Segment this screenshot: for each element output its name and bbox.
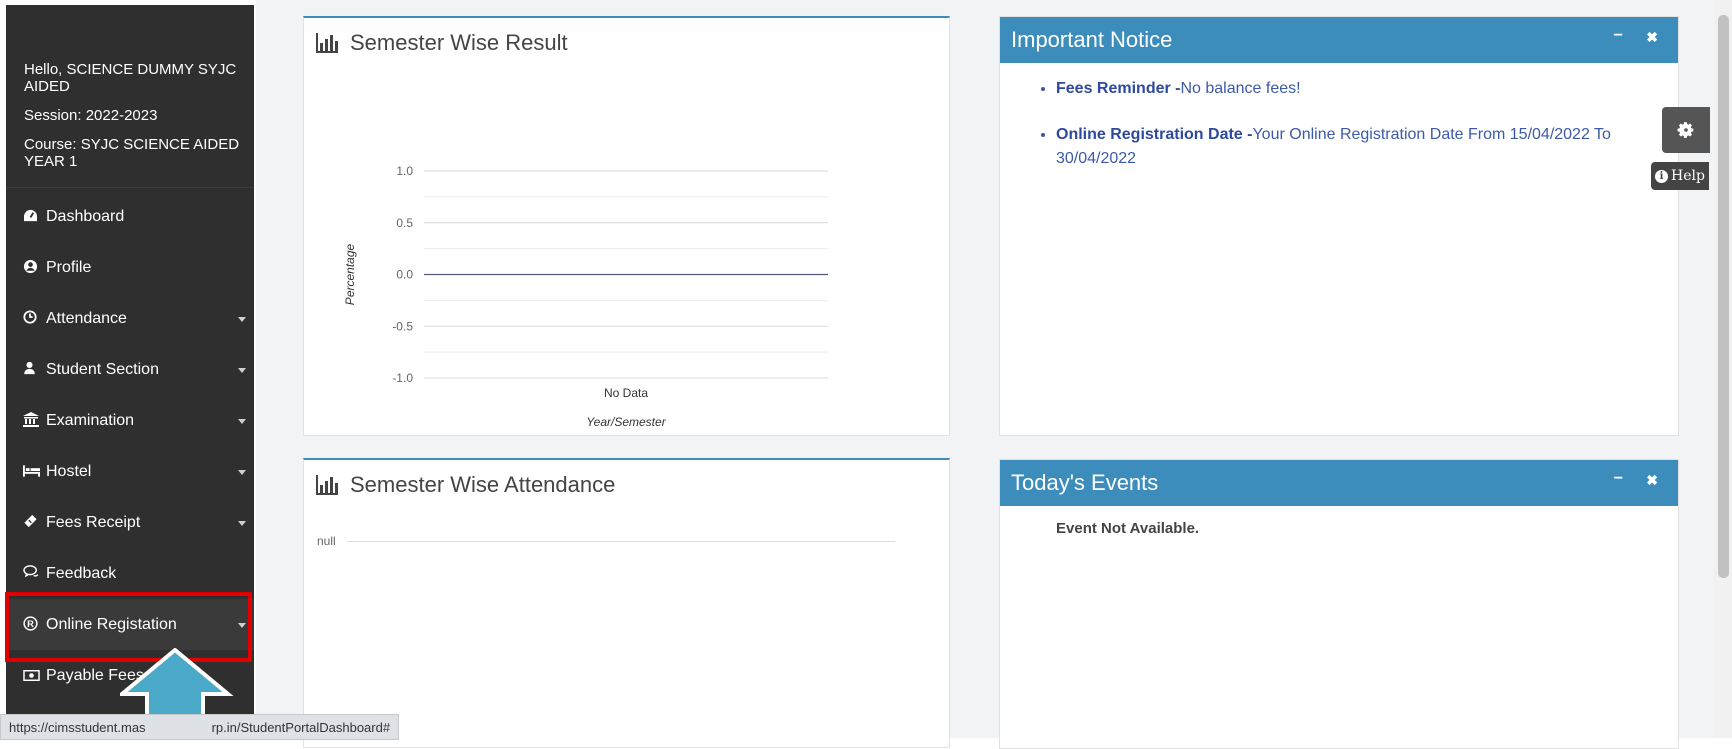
status-url-start: https://cimsstudent.mas	[9, 719, 146, 735]
x-axis-label: Year/Semester	[586, 415, 666, 428]
ticket-icon	[23, 514, 43, 531]
notice-title: Important Notice	[1011, 27, 1173, 52]
bar-chart-icon	[316, 33, 338, 53]
comments-icon	[23, 565, 43, 582]
scrollbar-thumb[interactable]	[1718, 15, 1729, 578]
todays-events-panel: Today's Events − ✖ Event Not Available.	[999, 459, 1679, 749]
info-icon: i	[1655, 169, 1669, 183]
y-tick-label: 1.0	[396, 164, 413, 178]
sidebar-item-label: Attendance	[46, 309, 127, 327]
sidebar-item-profile[interactable]: Profile	[6, 242, 254, 293]
sidebar-item-label: Student Section	[46, 360, 159, 378]
notice-text: No balance fees!	[1180, 80, 1301, 97]
session-text: Session: 2022-2023	[24, 107, 158, 124]
status-url-end: rp.in/StudentPortalDashboard#	[211, 719, 391, 735]
y-axis-label: Percentage	[343, 243, 357, 305]
sidebar-item-label: Hostel	[46, 462, 92, 480]
attendance-title: Semester Wise Attendance	[350, 472, 616, 497]
minimize-button[interactable]: −	[1614, 470, 1623, 488]
panel-title: Semester Wise Attendance	[316, 472, 615, 498]
sidebar-item-label: Dashboard	[46, 207, 125, 225]
money-icon	[23, 668, 43, 684]
help-tab[interactable]: i Help	[1651, 162, 1709, 190]
chevron-down-icon	[238, 418, 246, 424]
help-label: Help	[1671, 168, 1705, 184]
events-title: Today's Events	[1011, 470, 1159, 495]
notice-heading: Fees Reminder -	[1056, 80, 1181, 97]
notice-header: Important Notice − ✖	[1000, 17, 1678, 63]
result-title: Semester Wise Result	[350, 30, 568, 55]
sidebar-item-label: Examination	[46, 411, 135, 429]
chevron-down-icon	[238, 520, 246, 526]
sidebar-item-hostel[interactable]: Hostel	[6, 446, 254, 497]
user-info: Hello, SCIENCE DUMMY SYJC AIDED Session:…	[6, 5, 254, 170]
events-header: Today's Events − ✖	[1000, 460, 1678, 506]
result-chart: 1.0 0.5 0.0 -0.5 -1.0 No Data Year/Semester Per…	[343, 164, 828, 428]
sidebar-item-dashboard[interactable]: Dashboard	[6, 191, 254, 242]
notice-item: Fees Reminder -No balance fees!	[1056, 77, 1678, 101]
bar-chart-icon	[316, 475, 338, 495]
semester-result-panel: Semester Wise Result 1.0 0.5 0.0 -0.5 -1.0 No…	[303, 16, 950, 436]
sidebar-item-label: Feedback	[46, 564, 117, 582]
important-notice-panel: Important Notice − ✖ Fees Reminder -No b…	[999, 16, 1679, 436]
clock-icon	[23, 310, 43, 327]
gear-icon	[1677, 122, 1694, 138]
y-tick-label: 0.0	[396, 268, 413, 282]
bed-icon	[23, 464, 43, 480]
y-tick-label: -1.0	[392, 371, 413, 385]
events-message: Event Not Available.	[1056, 520, 1200, 537]
settings-button[interactable]	[1662, 107, 1710, 153]
sidebar-item-label: Fees Receipt	[46, 513, 141, 531]
notice-list: Fees Reminder -No balance fees! Online R…	[1000, 77, 1678, 171]
sidebar-item-attendance[interactable]: Attendance	[6, 293, 254, 344]
notice-item: Online Registration Date -Your Online Re…	[1056, 123, 1678, 171]
course-text: Course: SYJC SCIENCE AIDED YEAR 1	[24, 136, 240, 170]
dashboard-icon	[23, 209, 43, 225]
panel-title: Semester Wise Result	[316, 30, 568, 56]
attendance-gridline	[347, 541, 895, 542]
sidebar-item-student-section[interactable]: Student Section	[6, 344, 254, 395]
x-tick-label: No Data	[604, 386, 648, 400]
status-bar-url: https://cimsstudent.mas rp.in/StudentPort…	[0, 714, 400, 740]
close-button[interactable]: ✖	[1646, 472, 1658, 489]
chevron-down-icon	[238, 469, 246, 475]
user-icon	[23, 361, 43, 378]
semester-attendance-panel: Semester Wise Attendance null	[303, 458, 950, 748]
institution-icon	[23, 411, 43, 430]
sidebar-item-fees-receipt[interactable]: Fees Receipt	[6, 497, 254, 548]
sidebar-item-examination[interactable]: Examination	[6, 395, 254, 446]
close-button[interactable]: ✖	[1646, 29, 1658, 46]
sidebar-divider	[6, 187, 254, 188]
y-tick-label: -0.5	[392, 319, 413, 333]
minimize-button[interactable]: −	[1614, 27, 1623, 45]
notice-heading: Online Registration Date -	[1056, 126, 1253, 143]
chevron-down-icon	[238, 316, 246, 322]
y-tick-label: 0.5	[396, 216, 413, 230]
sidebar-item-label: Profile	[46, 258, 92, 276]
attendance-null-label: null	[317, 534, 336, 548]
user-greeting: Hello, SCIENCE DUMMY SYJC AIDED	[24, 61, 237, 95]
chevron-down-icon	[238, 367, 246, 373]
user-circle-icon	[23, 259, 43, 277]
